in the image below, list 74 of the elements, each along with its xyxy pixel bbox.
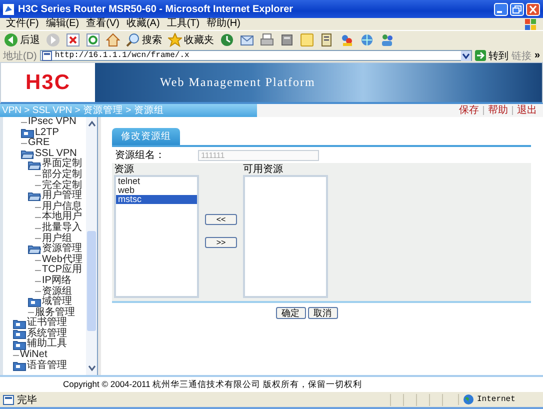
tree-item[interactable]: IP网络	[42, 276, 72, 286]
banner-title: Web Management Platform	[160, 75, 316, 90]
tree-item[interactable]: L2TP	[35, 128, 59, 138]
printer-icon[interactable]	[260, 33, 274, 47]
zone-text: Internet	[477, 395, 516, 404]
top-link[interactable]: 退出	[517, 104, 537, 116]
menu-item[interactable]: 编辑(E)	[46, 18, 80, 30]
tree-item[interactable]: 部分定制	[42, 170, 82, 181]
dropdown-icon[interactable]	[461, 50, 472, 60]
tree-item[interactable]: 批量导入	[42, 222, 82, 234]
list-label: 可用资源	[243, 164, 284, 175]
tree-item[interactable]: WiNet	[20, 350, 48, 361]
restore-icon[interactable]	[510, 2, 524, 16]
browser-icon	[3, 4, 14, 14]
list-box[interactable]: telnet web mstsc	[114, 175, 199, 298]
globe-icon[interactable]	[360, 33, 374, 47]
page-icon	[42, 50, 52, 60]
scroll-up-icon[interactable]	[86, 120, 96, 128]
address-field[interactable]: http://16.1.1.1/wcn/frame/.x	[40, 50, 472, 61]
list-item[interactable]: telnet	[116, 177, 197, 186]
tree-item[interactable]: 语音管理	[27, 360, 67, 372]
book-icon[interactable]	[320, 33, 334, 47]
action-button[interactable]: 确定	[276, 307, 306, 319]
tree-item[interactable]: 完全定制	[42, 180, 82, 192]
window-title: H3C Series Router MSR50-60 - Microsoft Internet Explorer	[18, 4, 294, 14]
house-icon[interactable]	[106, 33, 120, 47]
favorites-button[interactable]: 收藏夹	[168, 33, 214, 47]
breadcrumb: VPN > SSL VPN > 资源管理 > 资源组	[2, 104, 164, 117]
menu-item[interactable]: 工具(T)	[166, 18, 200, 30]
list-label: 资源	[114, 164, 135, 175]
action-button[interactable]: 取消	[308, 307, 338, 319]
field-label: 资源组名：	[114, 149, 166, 162]
tree-item[interactable]: 资源管理	[42, 244, 82, 255]
status-text: 完毕	[17, 394, 37, 406]
clock-icon[interactable]	[220, 33, 234, 47]
close-icon[interactable]	[526, 2, 540, 16]
search-button[interactable]: 搜索	[126, 33, 162, 47]
page-icon	[3, 394, 14, 405]
tree-item[interactable]: 域管理	[42, 297, 72, 308]
menu-item[interactable]: 文件(F)	[6, 18, 39, 30]
tree-item[interactable]: TCP应用	[42, 265, 82, 276]
tree-item[interactable]: GRE	[28, 138, 50, 149]
menu-item[interactable]: 查看(V)	[86, 18, 120, 30]
list-item[interactable]: mstsc	[116, 195, 197, 204]
scrollbar[interactable]	[86, 117, 97, 375]
tree-item[interactable]: 本地用户	[42, 212, 82, 223]
back-button[interactable]: 后退	[4, 33, 40, 47]
windows-logo-icon	[525, 18, 537, 30]
search-icon	[126, 33, 140, 47]
go-button[interactable]: 转到	[475, 48, 508, 62]
tree-item[interactable]: 证书管理	[27, 318, 67, 329]
minimize-icon[interactable]	[494, 2, 508, 16]
list-item[interactable]: web	[116, 186, 197, 195]
more-button[interactable]: »	[534, 50, 540, 61]
menu-item[interactable]: 收藏(A)	[126, 18, 160, 30]
stop-icon[interactable]	[66, 33, 80, 47]
top-link[interactable]: 帮助	[488, 104, 508, 116]
globe-icon	[463, 394, 474, 405]
address-label: 地址(D)	[3, 50, 37, 62]
copyright-text: Copyright © 2004-2011 杭州华三通信技术有限公司 版权所有，保留一切权利	[63, 378, 362, 390]
tree-item[interactable]: 用户管理	[42, 191, 82, 202]
tree-item[interactable]: 界面定制	[42, 159, 82, 170]
move-button[interactable]: <<	[205, 214, 237, 225]
star-icon	[168, 33, 182, 47]
top-link[interactable]: 保存	[459, 104, 479, 116]
refresh-icon[interactable]	[86, 33, 100, 47]
tree-item[interactable]: IPsec VPN	[28, 117, 76, 128]
tree-item[interactable]: 辅助工具	[27, 339, 67, 350]
move-button[interactable]: >>	[205, 237, 237, 248]
envelope-icon[interactable]	[240, 33, 254, 47]
scroll-down-icon[interactable]	[86, 364, 96, 372]
tree-item[interactable]: 用户组	[42, 234, 72, 244]
menu-item[interactable]: 帮助(H)	[206, 18, 240, 30]
scroll-thumb[interactable]	[87, 231, 96, 331]
